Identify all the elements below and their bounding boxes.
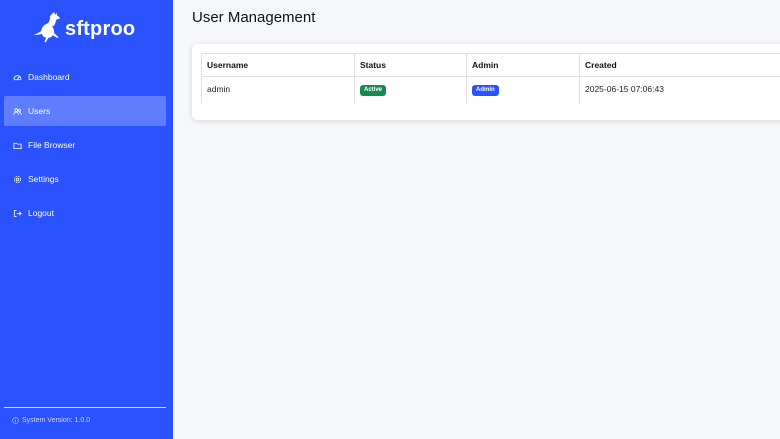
spacer-cell bbox=[579, 101, 780, 104]
users-icon bbox=[13, 107, 22, 115]
table-row[interactable]: admin Active Admin 2025-06-15 07:06:43 bbox=[201, 76, 780, 101]
sidebar-item-users[interactable]: Users bbox=[4, 96, 166, 126]
sidebar-item-label: Logout bbox=[28, 208, 54, 218]
sidebar-item-file-browser[interactable]: File Browser bbox=[4, 130, 166, 160]
spacer-cell bbox=[466, 101, 580, 104]
sidebar: sftproo Dashboard Users File Browser Set… bbox=[0, 0, 173, 439]
users-table: Username Status Admin Created admin Acti… bbox=[201, 53, 780, 104]
sidebar-item-label: File Browser bbox=[28, 140, 76, 150]
system-version-label: System Version: 1.0.0 bbox=[22, 417, 91, 424]
kangaroo-icon bbox=[34, 12, 60, 43]
column-header-admin[interactable]: Admin bbox=[466, 53, 580, 77]
column-header-username[interactable]: Username bbox=[201, 53, 355, 77]
spacer-cell bbox=[354, 101, 467, 104]
folder-icon bbox=[13, 142, 22, 149]
sidebar-item-label: Settings bbox=[28, 174, 59, 184]
sidebar-item-dashboard[interactable]: Dashboard bbox=[4, 62, 166, 92]
dashboard-icon bbox=[13, 74, 22, 80]
sidebar-nav: Dashboard Users File Browser Settings Lo… bbox=[4, 62, 166, 232]
status-badge: Active bbox=[360, 84, 387, 96]
column-header-status[interactable]: Status bbox=[354, 53, 467, 77]
sidebar-footer: System Version: 1.0.0 bbox=[4, 407, 166, 424]
table-header-row: Username Status Admin Created bbox=[201, 53, 780, 77]
users-card: Username Status Admin Created admin Acti… bbox=[192, 44, 780, 120]
info-icon bbox=[12, 417, 19, 424]
sidebar-item-logout[interactable]: Logout bbox=[4, 198, 166, 228]
system-version: System Version: 1.0.0 bbox=[12, 417, 166, 424]
page-title: User Management bbox=[192, 9, 316, 26]
admin-badge: Admin bbox=[472, 84, 499, 96]
sidebar-item-label: Users bbox=[28, 106, 51, 116]
cell-username: admin bbox=[201, 76, 355, 101]
gear-icon bbox=[14, 175, 21, 183]
sidebar-item-label: Dashboard bbox=[28, 72, 70, 82]
brand-name: sftproo bbox=[65, 17, 136, 40]
logout-icon bbox=[13, 209, 22, 217]
spacer-cell bbox=[201, 101, 355, 104]
brand-logo[interactable]: sftproo bbox=[34, 10, 144, 44]
table-row-spacer bbox=[201, 101, 780, 104]
sidebar-item-settings[interactable]: Settings bbox=[4, 164, 166, 194]
cell-admin: Admin bbox=[466, 76, 580, 101]
column-header-created[interactable]: Created bbox=[579, 53, 780, 77]
cell-status: Active bbox=[354, 76, 467, 101]
cell-created: 2025-06-15 07:06:43 bbox=[579, 76, 780, 101]
